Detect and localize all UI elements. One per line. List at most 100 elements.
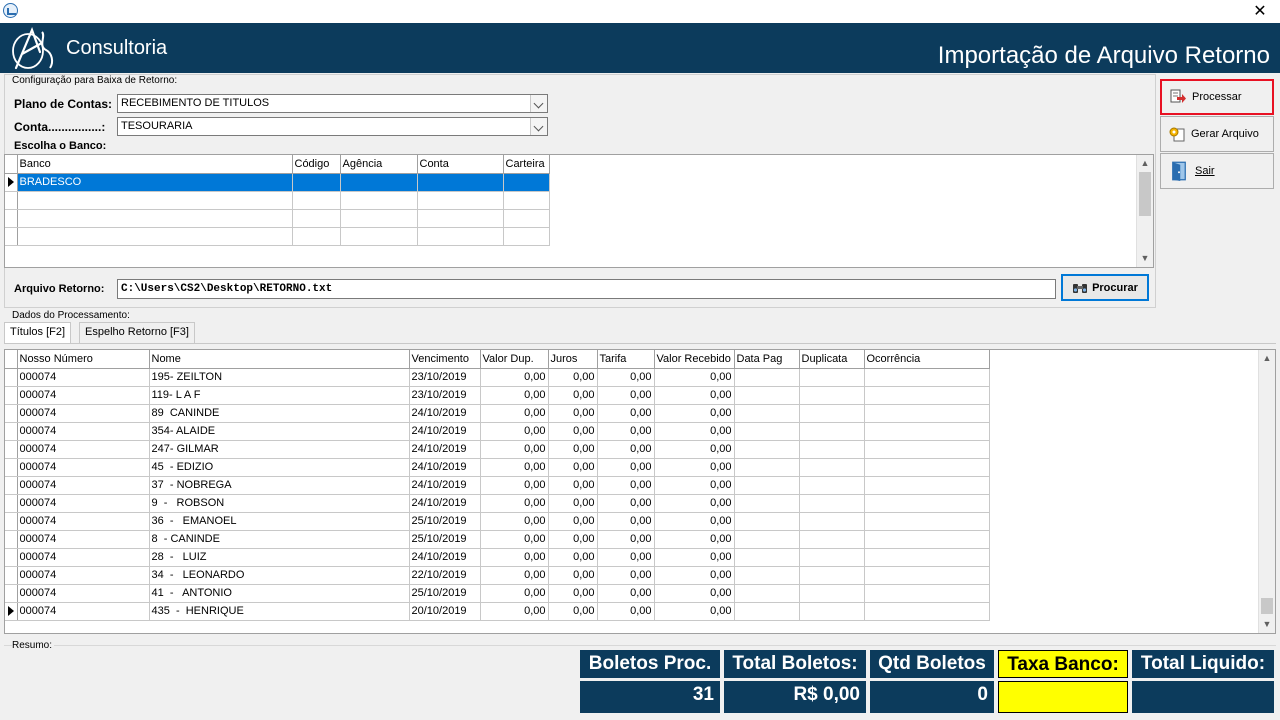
bank-cell[interactable] — [417, 173, 504, 192]
titulos-cell[interactable] — [799, 530, 865, 549]
titulos-cell[interactable]: 000074 — [17, 440, 150, 459]
titulos-cell[interactable]: 435 - HENRIQUE — [149, 602, 410, 621]
titulos-cell[interactable]: 000074 — [17, 584, 150, 603]
titulos-cell[interactable]: 195- ZEILTON — [149, 368, 410, 387]
titulos-cell[interactable]: 0,00 — [597, 548, 655, 567]
titulos-column-header[interactable]: Vencimento — [409, 350, 481, 369]
titulos-cell[interactable]: 0,00 — [480, 584, 549, 603]
titulos-cell[interactable] — [734, 566, 800, 585]
titulos-cell[interactable]: 0,00 — [548, 458, 598, 477]
bank-cell[interactable] — [292, 227, 341, 246]
bank-cell[interactable] — [340, 227, 418, 246]
titulos-cell[interactable]: 0,00 — [597, 566, 655, 585]
titulos-cell[interactable] — [734, 476, 800, 495]
titulos-cell[interactable]: 0,00 — [548, 548, 598, 567]
row-pointer-icon[interactable] — [5, 602, 18, 621]
row-indicator[interactable] — [5, 191, 18, 210]
procurar-button[interactable]: Procurar — [1061, 274, 1149, 301]
titulos-cell[interactable] — [734, 584, 800, 603]
bank-cell[interactable] — [340, 173, 418, 192]
close-window-button[interactable]: ✕ — [1250, 2, 1270, 20]
titulos-cell[interactable] — [734, 386, 800, 405]
titulos-column-header[interactable]: Nosso Número — [17, 350, 150, 369]
scroll-up-icon[interactable]: ▲ — [1259, 350, 1275, 367]
titulos-cell[interactable]: 0,00 — [548, 512, 598, 531]
titulos-cell[interactable]: 0,00 — [480, 566, 549, 585]
titulos-cell[interactable] — [799, 440, 865, 459]
row-indicator[interactable] — [5, 368, 18, 387]
titulos-cell[interactable]: 24/10/2019 — [409, 422, 481, 441]
scroll-thumb[interactable] — [1261, 598, 1273, 614]
titulos-cell[interactable] — [799, 368, 865, 387]
row-indicator[interactable] — [5, 404, 18, 423]
titulos-cell[interactable]: 41 - ANTONIO — [149, 584, 410, 603]
titulos-row[interactable]: 000074 354- ALAIDE 24/10/2019 0,00 0,00 0,00 0… — [5, 422, 990, 441]
titulos-row[interactable]: 000074 195- ZEILTON 23/10/2019 0,00 0,00 0,00… — [5, 368, 990, 387]
titulos-column-header[interactable]: Duplicata — [799, 350, 865, 369]
tab-titulos[interactable]: Títulos [F2] — [4, 322, 72, 344]
titulos-cell[interactable]: 0,00 — [597, 458, 655, 477]
titulos-cell[interactable]: 25/10/2019 — [409, 584, 481, 603]
bank-cell[interactable] — [503, 209, 550, 228]
titulos-cell[interactable]: 000074 — [17, 566, 150, 585]
titulos-cell[interactable] — [734, 494, 800, 513]
titulos-cell[interactable]: 000074 — [17, 494, 150, 513]
titulos-cell[interactable] — [799, 476, 865, 495]
processar-button[interactable]: Processar — [1160, 79, 1274, 115]
titulos-cell[interactable]: 23/10/2019 — [409, 386, 481, 405]
titulos-cell[interactable] — [734, 458, 800, 477]
bank-grid-scrollbar[interactable]: ▲ ▼ — [1136, 155, 1153, 267]
row-indicator[interactable] — [5, 476, 18, 495]
titulos-cell[interactable]: 0,00 — [480, 602, 549, 621]
titulos-cell[interactable]: 45 - EDIZIO — [149, 458, 410, 477]
titulos-cell[interactable]: 0,00 — [654, 512, 735, 531]
titulos-cell[interactable] — [734, 440, 800, 459]
bank-column-header[interactable]: Código — [292, 155, 341, 174]
tab-espelho-retorno[interactable]: Espelho Retorno [F3] — [79, 322, 195, 343]
titulos-cell[interactable]: 0,00 — [654, 530, 735, 549]
bank-column-header[interactable]: Agência — [340, 155, 418, 174]
bank-column-header[interactable]: Banco — [17, 155, 293, 174]
plano-select[interactable]: RECEBIMENTO DE TITULOS — [117, 94, 548, 113]
bank-cell[interactable] — [17, 191, 293, 210]
bank-cell[interactable] — [417, 209, 504, 228]
titulos-cell[interactable]: 000074 — [17, 368, 150, 387]
bank-cell[interactable] — [340, 191, 418, 210]
titulos-cell[interactable] — [734, 602, 800, 621]
titulos-cell[interactable]: 0,00 — [480, 494, 549, 513]
titulos-cell[interactable] — [799, 566, 865, 585]
titulos-column-header[interactable]: Juros — [548, 350, 598, 369]
titulos-cell[interactable] — [734, 530, 800, 549]
titulos-cell[interactable] — [799, 512, 865, 531]
row-indicator[interactable] — [5, 566, 18, 585]
titulos-cell[interactable] — [864, 476, 990, 495]
titulos-row[interactable]: 000074 45 - EDIZIO 24/10/2019 0,00 0,00 0,00 0… — [5, 458, 990, 477]
conta-select[interactable]: TESOURARIA — [117, 117, 548, 136]
titulos-cell[interactable] — [864, 386, 990, 405]
titulos-cell[interactable]: 0,00 — [480, 548, 549, 567]
bank-column-header[interactable]: Conta — [417, 155, 504, 174]
titulos-cell[interactable] — [864, 440, 990, 459]
titulos-column-header[interactable]: Nome — [149, 350, 410, 369]
titulos-cell[interactable]: 89 CANINDE — [149, 404, 410, 423]
titulos-cell[interactable]: 0,00 — [654, 584, 735, 603]
titulos-row[interactable]: 000074 37 - NOBREGA 24/10/2019 0,00 0,00 0,00… — [5, 476, 990, 495]
titulos-cell[interactable]: 0,00 — [480, 368, 549, 387]
bank-column-header[interactable]: Carteira — [503, 155, 550, 174]
titulos-cell[interactable] — [799, 548, 865, 567]
scroll-down-icon[interactable]: ▼ — [1137, 250, 1153, 267]
titulos-cell[interactable]: 0,00 — [654, 368, 735, 387]
row-indicator[interactable] — [5, 530, 18, 549]
titulos-cell[interactable]: 354- ALAIDE — [149, 422, 410, 441]
titulos-cell[interactable]: 0,00 — [654, 458, 735, 477]
titulos-cell[interactable]: 0,00 — [654, 422, 735, 441]
titulos-cell[interactable]: 0,00 — [480, 476, 549, 495]
titulos-cell[interactable]: 0,00 — [548, 422, 598, 441]
titulos-row[interactable]: 000074 119- L A F 23/10/2019 0,00 0,00 0,00 0,… — [5, 386, 990, 405]
titulos-cell[interactable] — [864, 422, 990, 441]
row-indicator[interactable] — [5, 494, 18, 513]
titulos-cell[interactable]: 23/10/2019 — [409, 368, 481, 387]
titulos-cell[interactable]: 000074 — [17, 530, 150, 549]
titulos-cell[interactable]: 0,00 — [597, 368, 655, 387]
titulos-cell[interactable]: 9 - ROBSON — [149, 494, 410, 513]
